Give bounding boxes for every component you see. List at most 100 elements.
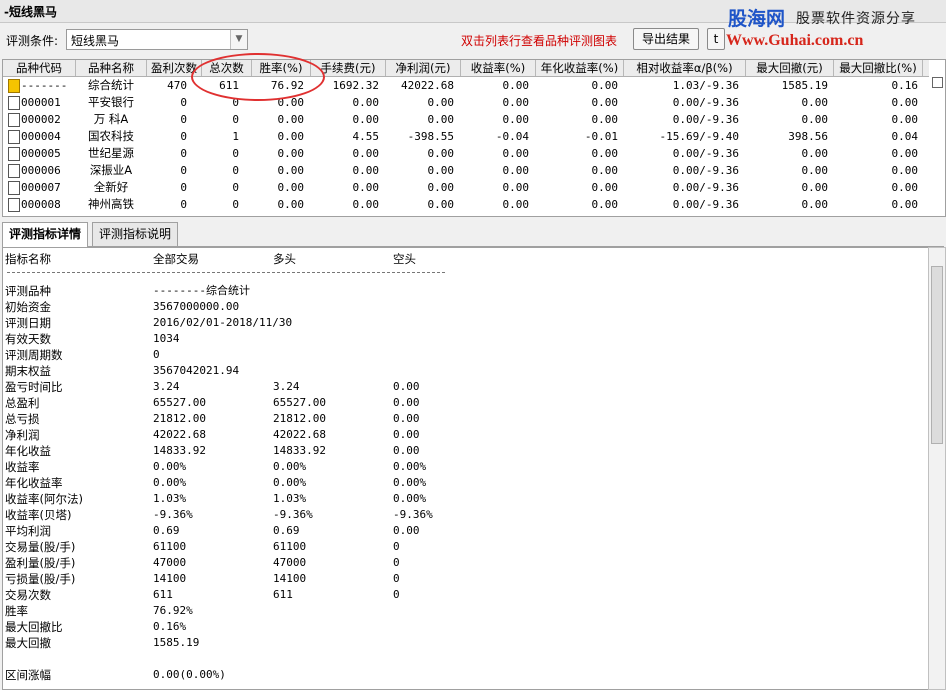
col-header[interactable]: 收益率(%) bbox=[461, 60, 536, 76]
detail-all: 3.24 bbox=[153, 380, 180, 393]
col-header[interactable]: 相对收益率α/β(%) bbox=[624, 60, 746, 76]
detail-all: 3567042021.94 bbox=[153, 364, 240, 377]
detail-label: 交易次数 bbox=[5, 588, 51, 602]
table-scrollbar[interactable] bbox=[929, 60, 945, 216]
cell-profit: -398.55 bbox=[407, 130, 454, 143]
detail-long: 14100 bbox=[273, 572, 307, 585]
table-row[interactable]: 000006 深振业A 0 0 0.00 0.00 0.00 0.00 0.00 0.00/-9.… bbox=[3, 162, 945, 179]
results-table: 品种代码 品种名称 盈利次数 总次数 胜率(%) 手续费(元) 净利润(元) 收… bbox=[2, 59, 946, 217]
detail-label: 有效天数 bbox=[5, 332, 51, 346]
cell-annual: 0.00 bbox=[591, 198, 619, 211]
cell-annual: 0.00 bbox=[591, 96, 619, 109]
table-row[interactable]: 000002 万 科A 0 0 0.00 0.00 0.00 0.00 0.00 0.00/-9.… bbox=[3, 111, 945, 128]
detail-label: 净利润 bbox=[5, 428, 40, 442]
detail-all: --------综合统计 bbox=[153, 284, 250, 297]
tab-explain[interactable]: 评测指标说明 bbox=[92, 222, 179, 246]
cell-code: 000002 bbox=[21, 113, 61, 126]
detail-all: 42022.68 bbox=[153, 428, 206, 441]
cell-rate: 0.00 bbox=[277, 181, 305, 194]
cell-code: 000008 bbox=[21, 198, 61, 211]
detail-header-long: 多头 bbox=[273, 252, 296, 266]
cell-total: 0 bbox=[232, 181, 239, 194]
table-row[interactable]: 000004 国农科技 0 1 0.00 4.55 -398.55 -0.04 -0.01 -15… bbox=[3, 128, 945, 145]
detail-long: 0.00% bbox=[273, 476, 307, 489]
detail-header-name: 指标名称 bbox=[5, 252, 51, 266]
detail-all: 21812.00 bbox=[153, 412, 206, 425]
table-row[interactable]: ------- 综合统计 470 611 76.92 1692.32 42022.68 0.0… bbox=[3, 77, 945, 94]
cell-dd: 0.00 bbox=[801, 96, 829, 109]
col-header[interactable]: 最大回撤(元) bbox=[746, 60, 834, 76]
cell-ab: 0.00/-9.36 bbox=[672, 181, 739, 194]
watermark-url: Www.Guhai.com.cn bbox=[726, 32, 864, 49]
next-button[interactable]: t bbox=[707, 28, 725, 50]
watermark-slogan: 股票软件资源分享 bbox=[796, 11, 916, 27]
col-header[interactable]: 净利润(元) bbox=[386, 60, 461, 76]
cell-ret: 0.00 bbox=[502, 198, 530, 211]
cell-ret: 0.00 bbox=[502, 113, 530, 126]
table-row[interactable]: 000005 世纪星源 0 0 0.00 0.00 0.00 0.00 0.00 0.00/-9.… bbox=[3, 145, 945, 162]
cell-dd: 0.00 bbox=[801, 147, 829, 160]
detail-all: 1.03% bbox=[153, 492, 187, 505]
detail-label: 期末权益 bbox=[5, 364, 51, 378]
summary-icon bbox=[8, 79, 20, 93]
detail-short: 0.00 bbox=[393, 412, 420, 425]
cell-name: 世纪星源 bbox=[88, 146, 134, 160]
detail-scrollbar[interactable] bbox=[928, 247, 946, 690]
detail-short: 0.00 bbox=[393, 380, 420, 393]
detail-all: 0.00% bbox=[153, 460, 187, 473]
cell-fee: 0.00 bbox=[352, 113, 380, 126]
detail-label: 平均利润 bbox=[5, 524, 51, 538]
condition-value: 短线黑马 bbox=[71, 34, 120, 48]
detail-short: 0 bbox=[393, 588, 400, 601]
cell-dd: 0.00 bbox=[801, 198, 829, 211]
cell-ddr: 0.00 bbox=[891, 96, 919, 109]
cell-name: 神州高铁 bbox=[88, 197, 134, 211]
detail-all: 0.16% bbox=[153, 620, 187, 633]
col-header[interactable]: 品种名称 bbox=[76, 60, 147, 76]
table-row[interactable]: 000001 平安银行 0 0 0.00 0.00 0.00 0.00 0.00 0.00/-9.… bbox=[3, 94, 945, 111]
cell-annual: 0.00 bbox=[591, 164, 619, 177]
detail-all: 14833.92 bbox=[153, 444, 206, 457]
checkbox-icon[interactable] bbox=[932, 77, 943, 88]
cell-total: 0 bbox=[232, 198, 239, 211]
table-row[interactable]: 000008 神州高铁 0 0 0.00 0.00 0.00 0.00 0.00 0.00/-9.… bbox=[3, 196, 945, 213]
tab-detail[interactable]: 评测指标详情 bbox=[2, 222, 89, 247]
detail-label: 评测周期数 bbox=[5, 348, 63, 362]
detail-label: 最大回撤 bbox=[5, 636, 51, 650]
col-header[interactable]: 品种代码 bbox=[3, 60, 76, 76]
detail-tabs: 评测指标详情 评测指标说明 bbox=[2, 222, 944, 247]
export-button[interactable]: 导出结果 bbox=[633, 28, 699, 50]
condition-select[interactable]: 短线黑马 ▼ bbox=[66, 29, 248, 50]
cell-win: 0 bbox=[180, 96, 187, 109]
detail-label: 总盈利 bbox=[5, 396, 40, 410]
cell-fee: 0.00 bbox=[352, 164, 380, 177]
detail-header-short: 空头 bbox=[393, 252, 416, 266]
detail-label: 初始资金 bbox=[5, 300, 51, 314]
col-header[interactable]: 最大回撤比(%) bbox=[834, 60, 923, 76]
detail-long: 21812.00 bbox=[273, 412, 326, 425]
scrollbar-thumb[interactable] bbox=[931, 266, 943, 444]
cell-total: 0 bbox=[232, 164, 239, 177]
cell-fee: 0.00 bbox=[352, 198, 380, 211]
cell-rate: 0.00 bbox=[277, 198, 305, 211]
detail-all: 3567000000.00 bbox=[153, 300, 240, 313]
table-row[interactable]: 000007 全新好 0 0 0.00 0.00 0.00 0.00 0.00 0.00/-9.3… bbox=[3, 179, 945, 196]
detail-long: -9.36% bbox=[273, 508, 313, 521]
cell-code: 000001 bbox=[21, 96, 61, 109]
cell-ddr: 0.00 bbox=[891, 113, 919, 126]
file-icon bbox=[8, 181, 20, 195]
chevron-down-icon[interactable]: ▼ bbox=[230, 30, 247, 49]
detail-all: 1034 bbox=[153, 332, 180, 345]
detail-all: 47000 bbox=[153, 556, 187, 569]
col-header[interactable]: 年化收益率(%) bbox=[536, 60, 624, 76]
cell-total: 0 bbox=[232, 147, 239, 160]
cell-ddr: 0.00 bbox=[891, 198, 919, 211]
cell-code: 000006 bbox=[21, 164, 61, 177]
cell-ab: 1.03/-9.36 bbox=[672, 79, 739, 92]
cell-rate: 0.00 bbox=[277, 130, 305, 143]
cell-ab: 0.00/-9.36 bbox=[672, 113, 739, 126]
window-title: -短线黑马 bbox=[4, 5, 57, 19]
detail-label: 收益率(贝塔) bbox=[5, 508, 72, 522]
detail-label: 年化收益 bbox=[5, 444, 51, 458]
detail-all: 611 bbox=[153, 588, 173, 601]
